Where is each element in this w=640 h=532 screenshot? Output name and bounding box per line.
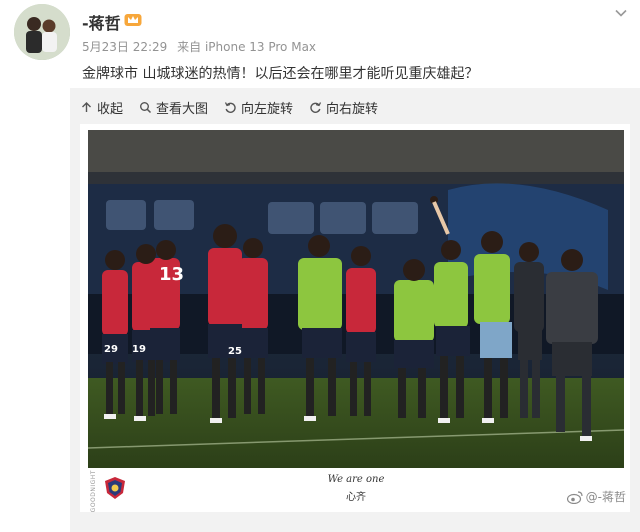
weibo-watermark: @-蒋哲 xyxy=(566,488,626,505)
jersey-number: 13 xyxy=(159,264,184,285)
photo-slogan-cn: 心齐 xyxy=(346,492,366,503)
jersey-number: 19 xyxy=(132,344,146,355)
collapse-button[interactable]: 收起 xyxy=(80,98,123,117)
view-large-label: 查看大图 xyxy=(156,101,209,117)
weibo-post: -蒋哲 5月23日 22:29 来自 iPhone 13 Pro Max 金牌球… xyxy=(0,0,640,532)
jersey-number: 25 xyxy=(228,346,242,357)
rotate-left-button[interactable]: 向左旋转 xyxy=(224,98,293,117)
post-meta: 5月23日 22:29 来自 iPhone 13 Pro Max xyxy=(82,38,322,55)
post-timestamp[interactable]: 5月23日 22:29 xyxy=(82,40,167,54)
search-icon xyxy=(140,101,152,113)
view-large-button[interactable]: 查看大图 xyxy=(139,98,208,117)
rotate-left-icon xyxy=(224,101,236,113)
weibo-logo-icon xyxy=(566,490,583,504)
media-toolbar: 收起 查看大图 向左旋转 向右旋转 xyxy=(80,96,394,118)
watermark-text: @-蒋哲 xyxy=(585,490,626,504)
vip-crown-icon[interactable] xyxy=(124,11,142,27)
collapse-up-icon xyxy=(82,101,91,112)
rotate-right-icon xyxy=(310,101,322,113)
avatar[interactable] xyxy=(14,4,70,60)
post-text: 金牌球市 山城球迷的热情！以后还会在哪里才能听见重庆雄起？ xyxy=(82,66,479,82)
rotate-left-label: 向左旋转 xyxy=(241,101,294,117)
chevron-down-icon[interactable] xyxy=(614,6,628,20)
photo-slogan: We are one xyxy=(327,474,385,485)
collapse-label: 收起 xyxy=(97,101,124,117)
photo-caption-strip: GOODNIGHT We are one 心齐 xyxy=(88,468,624,512)
rotate-right-button[interactable]: 向右旋转 xyxy=(309,98,378,117)
rotate-right-label: 向右旋转 xyxy=(326,101,379,117)
jersey-number: 29 xyxy=(104,344,118,355)
post-source: 来自 iPhone 13 Pro Max xyxy=(177,40,317,54)
post-photo[interactable]: 13 19 25 29 xyxy=(88,130,624,468)
username[interactable]: -蒋哲 xyxy=(82,10,121,34)
